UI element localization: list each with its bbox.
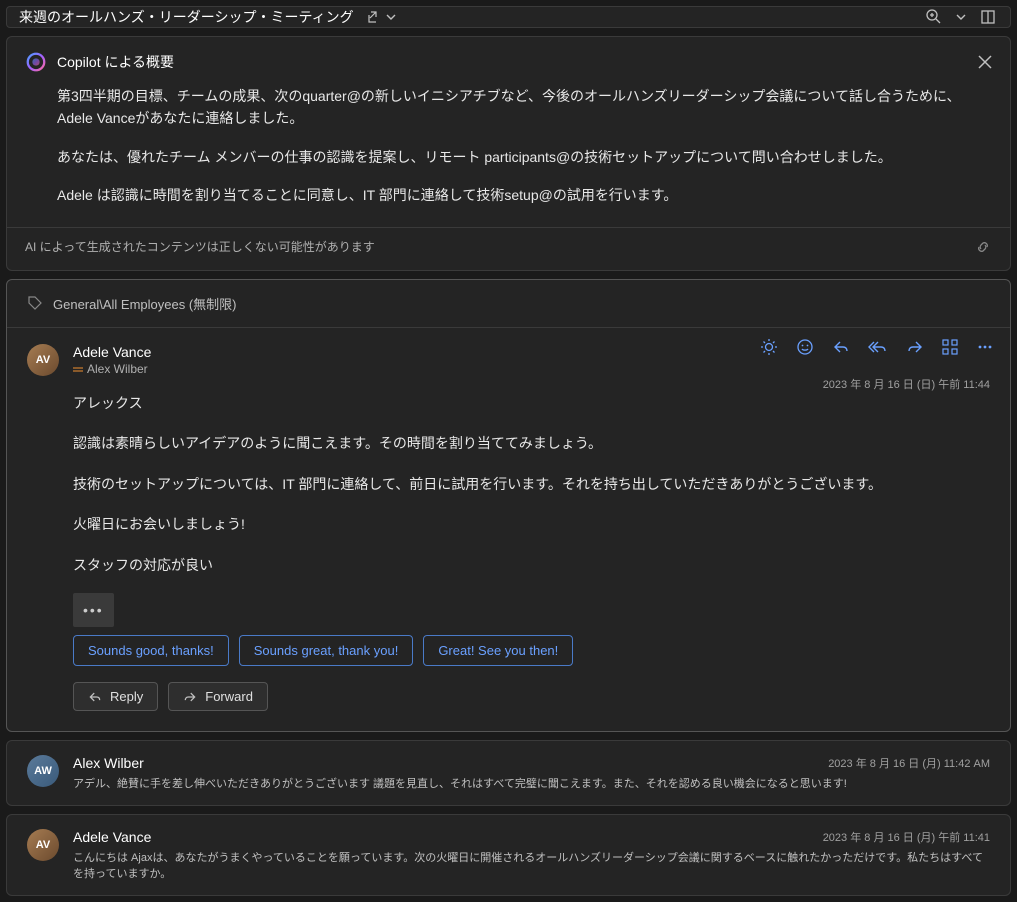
reply-icon (88, 690, 102, 704)
apps-button[interactable] (942, 339, 958, 355)
chevron-down-icon (386, 12, 396, 22)
message-toolbar (760, 338, 994, 356)
copilot-sources-button[interactable] (974, 238, 992, 256)
copilot-action-button[interactable] (760, 338, 778, 356)
message-date: 2023 年 8 月 16 日 (月) 午前 11:41 (823, 829, 990, 845)
link-icon (974, 238, 992, 256)
more-actions-button[interactable] (976, 338, 994, 356)
ai-disclaimer: AI によって生成されたコンテンツは正しくない可能性があります (25, 238, 375, 255)
suggested-replies: Sounds good, thanks! Sounds great, thank… (73, 635, 990, 666)
close-summary-button[interactable] (978, 55, 992, 69)
suggested-reply[interactable]: Great! See you then! (423, 635, 573, 666)
forward-action-button[interactable]: Forward (168, 682, 268, 711)
message-card: General\All Employees (無制限) AV Adele Van… (6, 279, 1011, 733)
copilot-summary-line: あなたは、優れたチーム メンバーの仕事の認識を提案し、リモート particip… (57, 146, 992, 168)
message-sender: Alex Wilber (73, 755, 144, 771)
tag-icon (27, 295, 43, 311)
message-recipient[interactable]: Alex Wilber (73, 362, 990, 376)
reply-all-icon (868, 338, 888, 356)
recipient-badge-icon (73, 364, 83, 374)
apps-icon (942, 339, 958, 355)
expand-button[interactable] (978, 7, 998, 27)
message-card-collapsed[interactable]: AW Alex Wilber 2023 年 8 月 16 日 (月) 11:42… (6, 740, 1011, 806)
close-icon (978, 55, 992, 69)
message-preview: こんにちは Ajaxは、あなたがうまくやっていることを願っています。次の火曜日に… (73, 849, 990, 881)
react-button[interactable] (796, 338, 814, 356)
avatar[interactable]: AV (27, 829, 59, 861)
sun-icon (760, 338, 778, 356)
message-sender: Adele Vance (73, 829, 151, 845)
copilot-summary-line: Adele は認識に時間を割り当てることに同意し、IT 部門に連絡して技術set… (57, 184, 992, 206)
chevron-down-icon[interactable] (956, 12, 966, 22)
forward-icon (183, 690, 197, 704)
avatar[interactable]: AW (27, 755, 59, 787)
conversation-subject: 来週のオールハンズ・リーダーシップ・ミーティング (19, 7, 354, 27)
smiley-icon (796, 338, 814, 356)
sensitivity-label: General\All Employees (無制限) (7, 280, 1010, 328)
copilot-icon (25, 51, 47, 73)
message-card-collapsed[interactable]: AV Adele Vance 2023 年 8 月 16 日 (月) 午前 11… (6, 814, 1011, 896)
message-date: 2023 年 8 月 16 日 (月) 11:42 AM (828, 755, 990, 771)
forward-button-icon[interactable] (906, 338, 924, 356)
reply-icon (832, 338, 850, 356)
conversation-titlebar: 来週のオールハンズ・リーダーシップ・ミーティング (6, 6, 1011, 28)
forward-icon (906, 338, 924, 356)
message-preview: アデル、絶賛に手を差し伸べいただきありがとうございます 議題を見直し、それはすべ… (73, 775, 990, 791)
reply-button[interactable] (832, 338, 850, 356)
reply-all-button[interactable] (868, 338, 888, 356)
message-body: アレックス 認識は素晴らしいアイデアのように聞こえます。その時間を割り当ててみま… (73, 390, 990, 628)
copilot-summary-line: 第3四半期の目標、チームの成果、次のquarter@の新しいイニシアチブなど、今… (57, 85, 992, 130)
expand-icon (980, 9, 996, 25)
zoom-button[interactable] (924, 7, 944, 27)
copilot-summary-card: Copilot による概要 第3四半期の目標、チームの成果、次のquarter@… (6, 36, 1011, 271)
reply-action-button[interactable]: Reply (73, 682, 158, 711)
avatar[interactable]: AV (27, 344, 59, 376)
message-date: 2023 年 8 月 16 日 (日) 午前 11:44 (823, 376, 990, 392)
suggested-reply[interactable]: Sounds great, thank you! (239, 635, 414, 666)
copilot-summary-title: Copilot による概要 (57, 52, 968, 72)
open-external-icon (366, 9, 382, 25)
expand-quoted-button[interactable]: ••• (73, 593, 114, 628)
more-icon (976, 338, 994, 356)
open-window-dropdown[interactable] (366, 9, 396, 25)
suggested-reply[interactable]: Sounds good, thanks! (73, 635, 229, 666)
zoom-icon (925, 8, 943, 26)
